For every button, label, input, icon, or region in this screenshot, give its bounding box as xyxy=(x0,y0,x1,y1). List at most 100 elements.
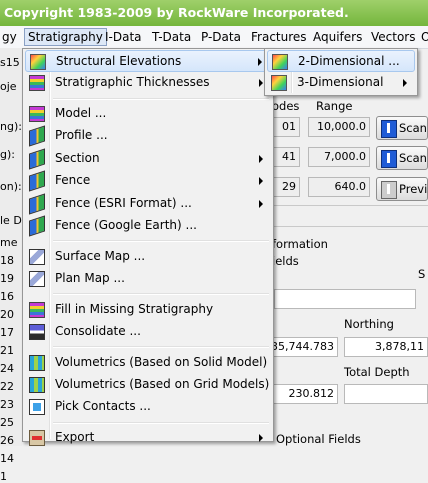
menu-item-label: Fence xyxy=(55,173,91,188)
menu-item-label: Structural Elevations xyxy=(56,54,182,68)
menu-item-3-dimensional[interactable]: 3-Dimensional xyxy=(267,72,415,94)
menu-item-label: Volumetrics (Based on Solid Model) xyxy=(55,354,268,369)
menu-vectors[interactable]: Vectors xyxy=(371,29,416,45)
menu-item-consolidate[interactable]: Consolidate ... xyxy=(25,321,271,343)
scan-label: Scan xyxy=(399,121,427,135)
two-d-map-icon xyxy=(272,54,288,70)
menu-item-fence-esri-format[interactable]: Fence (ESRI Format) ... xyxy=(25,192,271,215)
menu-item-label: Fence (ESRI Format) ... xyxy=(55,195,192,210)
menu-item-label: Volumetrics (Based on Grid Models) xyxy=(55,377,270,391)
menu-item-2-dimensional[interactable]: 2-Dimensional ... xyxy=(267,50,415,72)
pick-contacts-icon xyxy=(29,399,45,416)
menu-t-data[interactable]: T-Data xyxy=(152,29,191,45)
nodes-field-x[interactable]: 01 xyxy=(270,117,300,137)
menu-p-data[interactable]: P-Data xyxy=(201,29,241,45)
scan-button-y[interactable]: Scan xyxy=(376,146,428,170)
well-row[interactable]: 19 xyxy=(0,272,14,285)
consolidate-icon xyxy=(29,324,45,340)
left-label: le D xyxy=(0,214,22,227)
submenu-arrow-icon xyxy=(259,199,263,208)
left-label: g): xyxy=(0,148,15,161)
easting-field[interactable]: 35,744.783 xyxy=(266,337,338,357)
menu-item-fence-google-earth[interactable]: Fence (Google Earth) ... xyxy=(25,215,271,237)
left-label: on): xyxy=(0,180,22,193)
menu-i-data[interactable]: I-Data xyxy=(105,29,142,45)
menu-fractures[interactable]: Fractures xyxy=(251,29,307,45)
menu-item-model[interactable]: Model ... xyxy=(25,103,271,125)
well-row[interactable]: 18 xyxy=(0,254,14,267)
nodes-field-z[interactable]: 29 xyxy=(270,177,300,197)
menu-item-label: Stratigraphic Thicknesses xyxy=(55,75,210,90)
menu-item-label: Fence (Google Earth) ... xyxy=(55,218,197,232)
well-row[interactable]: 21 xyxy=(0,344,14,357)
profile-icon xyxy=(29,125,45,147)
well-row[interactable]: 20 xyxy=(0,308,14,321)
menu-item-label: Consolidate ... xyxy=(55,324,141,338)
divider xyxy=(274,226,428,227)
menu-aquifers[interactable]: Aquifers xyxy=(313,29,362,45)
preview-button[interactable]: Previ xyxy=(376,177,428,201)
total-depth-field[interactable] xyxy=(344,384,428,404)
three-d-map-icon xyxy=(271,75,287,91)
well-row[interactable]: 24 xyxy=(0,362,14,375)
left-label: ng): xyxy=(0,120,22,133)
well-row[interactable]: 16 xyxy=(0,290,14,303)
well-row[interactable]: 26 xyxy=(0,434,14,447)
scan-button-x[interactable]: Scan xyxy=(376,116,428,140)
well-row[interactable]: 22 xyxy=(0,380,14,393)
left-panel: s15 oje ng): g): on): le D me 18 19 16 2… xyxy=(0,48,22,483)
nodes-field-y[interactable]: 41 xyxy=(270,147,300,167)
menu-item-surface-map[interactable]: Surface Map ... xyxy=(25,246,271,268)
surface-map-icon xyxy=(29,248,45,265)
menu-item-label: Profile ... xyxy=(55,128,108,143)
nodes-header: odes xyxy=(272,99,300,113)
menu-item-label: 3-Dimensional xyxy=(297,75,384,89)
menu-item-plan-map[interactable]: Plan Map ... xyxy=(25,268,271,290)
well-row[interactable]: 23 xyxy=(0,398,14,411)
well-row[interactable]: 1 xyxy=(0,470,7,483)
window-title: Copyright 1983-2009 by RockWare Incorpor… xyxy=(0,0,428,26)
menu-item-volumetrics-based-on-grid-models[interactable]: Volumetrics (Based on Grid Models) xyxy=(25,374,271,396)
structural-elevations-icon xyxy=(30,54,46,70)
well-row[interactable]: 17 xyxy=(0,326,14,339)
range-field-y[interactable]: 7,000.0 xyxy=(308,147,370,167)
elevation-field[interactable]: 230.812 xyxy=(266,384,338,404)
fields-heading: ields xyxy=(272,254,299,268)
menu-item-label: Fill in Missing Stratigraphy xyxy=(55,301,214,316)
thickness-icon xyxy=(29,75,45,92)
menu-overflow[interactable]: O xyxy=(421,29,428,45)
scan-icon xyxy=(381,150,397,168)
range-field-z[interactable]: 640.0 xyxy=(308,177,370,197)
menu-item-structural-elevations[interactable]: Structural Elevations xyxy=(25,50,271,72)
menu-item-section[interactable]: Section xyxy=(25,148,271,170)
submenu-arrow-icon xyxy=(259,177,263,186)
well-row[interactable]: 14 xyxy=(0,452,14,465)
menu-item-label: Export xyxy=(55,430,95,444)
plan-map-icon xyxy=(29,271,45,287)
menu-item-stratigraphic-thicknesses[interactable]: Stratigraphic Thicknesses xyxy=(25,72,271,94)
menu-item-pick-contacts[interactable]: Pick Contacts ... xyxy=(25,396,271,418)
menu-geology[interactable]: gy xyxy=(2,29,17,45)
menu-item-volumetrics-based-on-solid-model[interactable]: Volumetrics (Based on Solid Model) xyxy=(25,352,271,374)
menu-item-fill-in-missing-stratigraphy[interactable]: Fill in Missing Stratigraphy xyxy=(25,299,271,321)
northing-field[interactable]: 3,878,11 xyxy=(344,337,428,357)
scan-icon xyxy=(381,120,397,138)
structural-elevations-submenu: 2-Dimensional ... 3-Dimensional xyxy=(264,48,418,96)
submenu-arrow-icon xyxy=(258,58,262,66)
divider xyxy=(274,205,428,206)
menu-stratigraphy[interactable]: Stratigraphy xyxy=(24,28,107,46)
optional-fields-label: Optional Fields xyxy=(276,432,361,446)
menu-bar: gy Stratigraphy I-Data T-Data P-Data Fra… xyxy=(0,26,428,49)
menu-item-profile[interactable]: Profile ... xyxy=(25,125,271,147)
well-row[interactable]: 25 xyxy=(0,416,14,429)
range-field-x[interactable]: 10,000.0 xyxy=(308,117,370,137)
name-field[interactable] xyxy=(274,289,416,309)
submenu-arrow-icon xyxy=(259,154,263,163)
volumetrics-grid-icon xyxy=(29,377,45,393)
model-icon xyxy=(29,106,45,122)
menu-item-label: Section xyxy=(55,150,100,165)
menu-item-label: Model ... xyxy=(55,106,107,120)
menu-separator xyxy=(53,421,269,424)
menu-item-fence[interactable]: Fence xyxy=(25,170,271,192)
left-label: s15 xyxy=(0,56,20,69)
